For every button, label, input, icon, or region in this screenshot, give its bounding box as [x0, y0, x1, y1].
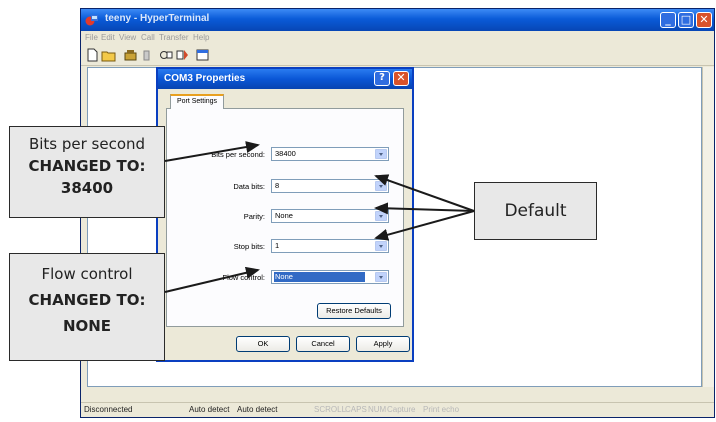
menu-transfer[interactable]: Transfer	[159, 33, 189, 42]
default-callout-text: Default	[504, 201, 567, 221]
flow-control-select[interactable]: None	[271, 270, 389, 284]
menu-bar: File Edit View Call Transfer Help	[81, 31, 714, 45]
bits-callout-changed-label: CHANGED TO:	[28, 157, 146, 175]
status-connection: Disconnected	[84, 405, 133, 414]
open-folder-icon[interactable]	[101, 48, 116, 62]
cancel-button[interactable]: Cancel	[296, 336, 350, 352]
status-scroll: SCROLL	[314, 405, 347, 414]
stop-bits-value: 1	[275, 241, 280, 250]
status-print-echo: Print echo	[423, 405, 460, 414]
data-bits-value: 8	[275, 181, 280, 190]
minimize-button[interactable]: _	[660, 12, 676, 28]
dialog-close-button[interactable]: ✕	[393, 71, 409, 86]
properties-icon[interactable]	[195, 48, 210, 62]
receive-icon[interactable]	[175, 48, 190, 62]
dialog-titlebar[interactable]: COM3 Properties ? ✕	[158, 69, 412, 89]
apply-button[interactable]: Apply	[356, 336, 410, 352]
send-icon[interactable]	[159, 48, 174, 62]
data-bits-select[interactable]: 8	[271, 179, 389, 193]
flow-callout-changed-label: CHANGED TO:	[28, 291, 146, 309]
flow-control-value: None	[274, 272, 365, 282]
parity-select[interactable]: None	[271, 209, 389, 223]
window-title: teeny - HyperTerminal	[105, 13, 210, 24]
flow-callout-value: NONE	[62, 317, 112, 335]
data-bits-label: Data bits:	[233, 182, 265, 191]
status-num: NUM	[368, 405, 387, 414]
call-icon[interactable]	[123, 48, 138, 62]
menu-view[interactable]: View	[119, 33, 136, 42]
status-terminal-type: Auto detect	[189, 405, 230, 414]
status-caps: CAPS	[345, 405, 367, 414]
chevron-down-icon[interactable]	[375, 211, 387, 221]
parity-label: Parity:	[243, 212, 265, 221]
status-bar: Disconnected Auto detect Auto detect SCR…	[81, 402, 714, 417]
close-button[interactable]: ✕	[696, 12, 712, 28]
flow-control-label: Flow control:	[222, 273, 265, 282]
stop-bits-label: Stop bits:	[233, 242, 265, 251]
bits-per-second-callout: Bits per second CHANGED TO: 38400	[9, 126, 165, 218]
new-document-icon[interactable]	[85, 48, 100, 62]
status-capture: Capture	[387, 405, 416, 414]
chevron-down-icon[interactable]	[375, 241, 387, 251]
default-callout: Default	[474, 182, 597, 240]
bits-callout-heading: Bits per second	[28, 135, 146, 153]
toolbar	[81, 45, 714, 66]
menu-edit[interactable]: Edit	[101, 33, 115, 42]
stop-bits-select[interactable]: 1	[271, 239, 389, 253]
restore-defaults-button[interactable]: Restore Defaults	[317, 303, 391, 319]
vertical-scrollbar[interactable]	[702, 67, 714, 387]
chevron-down-icon[interactable]	[375, 272, 387, 282]
port-settings-panel: Bits per second: 38400 Data bits: 8 Pari…	[166, 108, 404, 327]
menu-call[interactable]: Call	[141, 33, 155, 42]
status-port-settings: Auto detect	[237, 405, 278, 414]
menu-file[interactable]: File	[85, 33, 98, 42]
parity-value: None	[275, 211, 293, 220]
dialog-title: COM3 Properties	[164, 73, 246, 84]
hyperterminal-app-icon	[85, 15, 98, 26]
bits-per-second-value: 38400	[275, 149, 296, 158]
flow-control-callout: Flow control CHANGED TO: NONE	[9, 253, 165, 361]
bits-callout-value: 38400	[60, 179, 114, 197]
maximize-button[interactable]: □	[678, 12, 694, 28]
com3-properties-dialog: COM3 Properties ? ✕ Port Settings Bits p…	[156, 67, 414, 362]
tab-port-settings[interactable]: Port Settings	[170, 94, 224, 109]
menu-help[interactable]: Help	[193, 33, 209, 42]
flow-callout-heading: Flow control	[41, 265, 133, 283]
dialog-help-button[interactable]: ?	[374, 71, 390, 86]
chevron-down-icon[interactable]	[375, 181, 387, 191]
bits-per-second-label: Bits per second:	[211, 150, 265, 159]
bits-per-second-select[interactable]: 38400	[271, 147, 389, 161]
chevron-down-icon[interactable]	[375, 149, 387, 159]
ok-button[interactable]: OK	[236, 336, 290, 352]
disconnect-icon[interactable]	[139, 48, 154, 62]
window-titlebar[interactable]: teeny - HyperTerminal _ □ ✕	[81, 9, 714, 31]
